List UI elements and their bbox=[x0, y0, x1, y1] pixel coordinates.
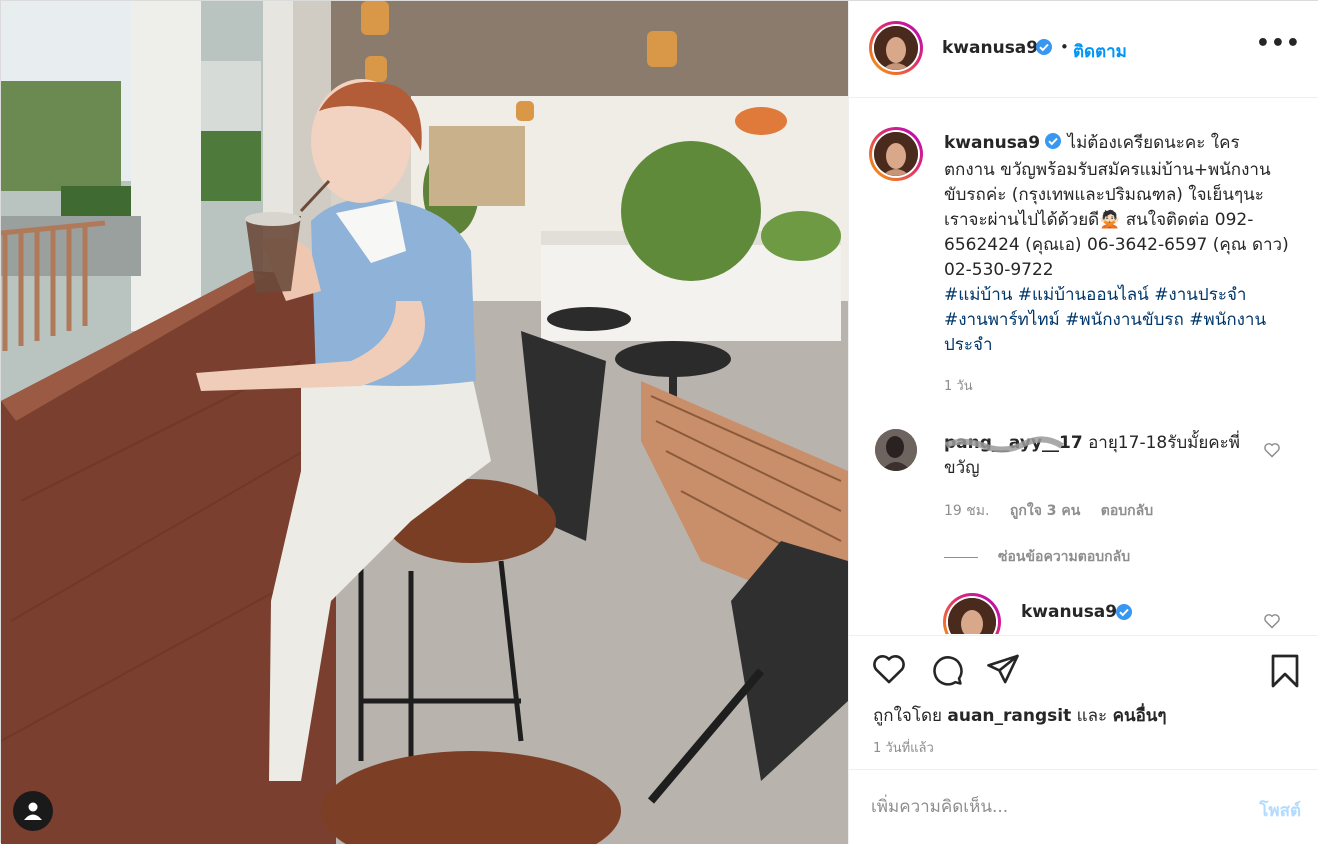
like-heart-icon[interactable] bbox=[871, 653, 907, 685]
comments-list[interactable]: kwanusa9 ไม่ต้องเครียดนะคะ ใครตกงาน ขวัญ… bbox=[849, 99, 1318, 634]
hashtag-link[interactable]: #งานพาร์ทไทม์ bbox=[944, 310, 1060, 330]
caption-hashtags: #แม่บ้าน #แม่บ้านออนไลน์ #งานประจำ #งานพ… bbox=[944, 283, 1289, 358]
like-reply-heart-icon[interactable] bbox=[1263, 613, 1281, 629]
hashtag-link[interactable]: #งานประจำ bbox=[1154, 285, 1246, 305]
share-send-icon[interactable] bbox=[985, 653, 1021, 685]
more-options-icon[interactable]: ••• bbox=[1256, 33, 1301, 55]
author-avatar[interactable] bbox=[869, 21, 923, 75]
caption-time: 1 วัน bbox=[944, 379, 973, 394]
person-icon bbox=[24, 802, 42, 820]
comment-body: pang__ayy__17 อายุ17-18รับมั้ยคะพี่ขวัญ bbox=[944, 431, 1244, 481]
like-comment-heart-icon[interactable] bbox=[1263, 442, 1281, 458]
reply-username[interactable]: kwanusa9 bbox=[1021, 602, 1117, 622]
likes-summary: ถูกใจโดย auan_rangsit และ คนอื่นๆ bbox=[873, 706, 1167, 726]
verified-badge-icon bbox=[1115, 603, 1133, 625]
commenter-username[interactable]: pang__ayy__17 bbox=[944, 433, 1083, 453]
caption-avatar[interactable] bbox=[869, 127, 923, 181]
reply-author-photo bbox=[948, 598, 996, 634]
commenter-photo bbox=[875, 429, 917, 471]
post-header: kwanusa9 • ติดตาม ••• bbox=[849, 1, 1318, 98]
tagged-users-button[interactable] bbox=[13, 791, 53, 831]
post-side-panel: kwanusa9 • ติดตาม ••• kwanusa9 ไม่ต้องเค bbox=[848, 1, 1318, 844]
post-caption: kwanusa9 ไม่ต้องเครียดนะคะ ใครตกงาน ขวัญ… bbox=[944, 131, 1289, 358]
follow-button[interactable]: ติดตาม bbox=[1073, 38, 1127, 65]
liker-username[interactable]: auan_rangsit bbox=[947, 706, 1071, 726]
other-likers-link[interactable]: คนอื่นๆ bbox=[1113, 706, 1167, 726]
instagram-post-window: kwanusa9 • ติดตาม ••• kwanusa9 ไม่ต้องเค bbox=[0, 0, 1318, 844]
comment-bubble-icon[interactable] bbox=[929, 653, 965, 687]
comment-likes-count[interactable]: ถูกใจ 3 คน bbox=[1010, 503, 1080, 519]
caption-text: ไม่ต้องเครียดนะคะ ใครตกงาน ขวัญพร้อมรับส… bbox=[944, 133, 1289, 280]
caption-username[interactable]: kwanusa9 bbox=[944, 133, 1040, 153]
reply-button[interactable]: ตอบกลับ bbox=[1101, 503, 1153, 519]
comment-meta: 19 ชม. ถูกใจ 3 คน ตอบกลับ bbox=[944, 500, 1169, 522]
author-username[interactable]: kwanusa9 bbox=[942, 38, 1038, 58]
save-bookmark-icon[interactable] bbox=[1269, 653, 1301, 689]
caption-author-photo bbox=[874, 132, 918, 176]
replies-divider bbox=[944, 556, 978, 558]
post-comment-button[interactable]: โพสต์ bbox=[1259, 797, 1301, 824]
post-timestamp: 1 วันที่แล้ว bbox=[873, 741, 934, 756]
add-comment-form: โพสต์ bbox=[849, 769, 1318, 844]
redaction-scribble bbox=[944, 436, 1064, 453]
header-separator: • bbox=[1060, 38, 1069, 56]
comment-time: 19 ชม. bbox=[944, 503, 990, 519]
hide-replies-button[interactable]: ซ่อนข้อความตอบกลับ bbox=[944, 546, 1130, 568]
verified-badge-icon bbox=[1035, 38, 1053, 60]
reply-avatar[interactable] bbox=[943, 593, 1001, 634]
comment-input[interactable] bbox=[871, 792, 1221, 822]
commenter-avatar[interactable] bbox=[875, 429, 917, 471]
cafe-photo-illustration bbox=[1, 1, 848, 844]
hashtag-link[interactable]: #พนักงานขับรถ bbox=[1065, 310, 1184, 330]
author-photo bbox=[874, 26, 918, 70]
verified-badge-icon bbox=[1044, 132, 1062, 158]
post-actions: ถูกใจโดย auan_rangsit และ คนอื่นๆ 1 วันท… bbox=[849, 635, 1318, 769]
hashtag-link[interactable]: #แม่บ้าน bbox=[944, 285, 1012, 305]
post-photo bbox=[1, 1, 848, 844]
hashtag-link[interactable]: #แม่บ้านออนไลน์ bbox=[1018, 285, 1149, 305]
